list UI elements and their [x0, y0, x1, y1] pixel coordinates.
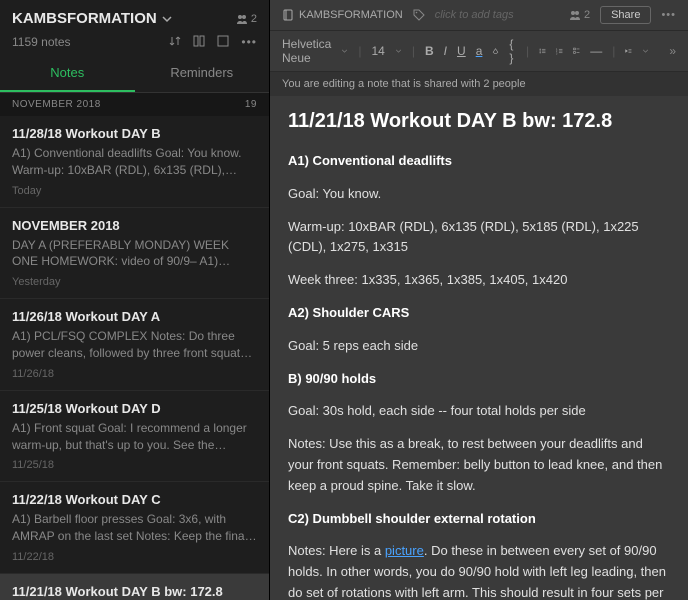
note-item[interactable]: 11/26/18 Workout DAY A A1) PCL/FSQ COMPL…	[0, 299, 269, 391]
underline-button[interactable]: U	[457, 44, 466, 58]
crumb-text: KAMBSFORMATION	[299, 9, 403, 21]
share-people-badge[interactable]: 2	[236, 13, 257, 25]
note-preview: DAY A (PREFERABLY MONDAY) WEEK ONE HOMEW…	[12, 237, 257, 271]
picture-link[interactable]: picture	[385, 543, 424, 558]
svg-text:1: 1	[556, 49, 558, 51]
checklist-icon[interactable]	[573, 45, 580, 57]
more-icon[interactable]: •••	[241, 35, 257, 49]
people-icon	[569, 9, 581, 21]
font-family-select[interactable]: Helvetica Neue	[282, 37, 331, 65]
bullet-list-icon[interactable]	[539, 45, 546, 57]
text-color-button[interactable]: a	[476, 44, 483, 58]
note-item[interactable]: 11/22/18 Workout DAY C A1) Barbell floor…	[0, 482, 269, 574]
note-title: 11/21/18 Workout DAY B bw: 172.8	[288, 110, 670, 133]
note-count: 1159 notes	[12, 35, 71, 49]
note-title: 11/26/18 Workout DAY A	[12, 309, 257, 324]
share-button[interactable]: Share	[600, 6, 651, 24]
bold-button[interactable]: B	[425, 44, 434, 58]
chevron-down-icon[interactable]	[395, 45, 402, 57]
editor-top-bar: KAMBSFORMATION click to add tags 2 Share…	[270, 0, 688, 31]
svg-text:2: 2	[556, 51, 558, 53]
heading-a1: A1) Conventional deadlifts	[288, 151, 670, 172]
note-preview: A1) Barbell floor presses Goal: 3x6, wit…	[12, 511, 257, 545]
heading-c2: C2) Dumbbell shoulder external rotation	[288, 509, 670, 530]
note-date: 11/26/18	[12, 368, 257, 380]
format-toolbar: Helvetica Neue | 14 | B I U a { } | 123 …	[270, 31, 688, 72]
note-date: Today	[12, 185, 257, 197]
svg-text:3: 3	[556, 54, 558, 56]
sidebar: KAMBSFORMATION 2 1159 notes ••• Notes Re…	[0, 0, 270, 600]
people-icon	[236, 13, 248, 25]
note-title: 11/21/18 Workout DAY B bw: 172.8	[12, 584, 257, 599]
editor-pane: KAMBSFORMATION click to add tags 2 Share…	[270, 0, 688, 600]
paragraph: Goal: 5 reps each side	[288, 336, 670, 357]
heading-a2: A2) Shoulder CARS	[288, 303, 670, 324]
sort-icon[interactable]	[169, 35, 181, 47]
chevron-down-icon[interactable]	[642, 45, 649, 57]
note-date: Yesterday	[12, 276, 257, 288]
code-block-button[interactable]: { }	[509, 37, 516, 65]
tags-placeholder[interactable]: click to add tags	[435, 9, 514, 21]
breadcrumb[interactable]: KAMBSFORMATION	[282, 9, 403, 21]
note-title: 11/28/18 Workout DAY B	[12, 126, 257, 141]
more-icon[interactable]: •••	[661, 9, 676, 21]
paragraph: Week three: 1x335, 1x365, 1x385, 1x405, …	[288, 270, 670, 291]
note-title: 11/22/18 Workout DAY C	[12, 492, 257, 507]
font-size-select[interactable]: 14	[372, 44, 385, 58]
highlight-icon[interactable]	[492, 45, 499, 57]
note-preview: A1) PCL/FSQ COMPLEX Notes: Do three powe…	[12, 328, 257, 362]
paragraph: Goal: 30s hold, each side -- four total …	[288, 401, 670, 422]
paragraph: Notes: Here is a picture. Do these in be…	[288, 541, 670, 600]
section-count: 19	[245, 99, 257, 110]
people-count: 2	[251, 13, 257, 25]
notebook-icon	[282, 9, 294, 21]
note-item[interactable]: 11/28/18 Workout DAY B A1) Conventional …	[0, 116, 269, 208]
note-item[interactable]: 11/25/18 Workout DAY D A1) Front squat G…	[0, 391, 269, 483]
note-item[interactable]: NOVEMBER 2018 DAY A (PREFERABLY MONDAY) …	[0, 208, 269, 300]
notebook-name: KAMBSFORMATION	[12, 10, 157, 27]
view-list-icon[interactable]	[217, 35, 229, 47]
numbered-list-icon[interactable]: 123	[556, 45, 563, 57]
italic-button[interactable]: I	[444, 44, 447, 58]
note-item[interactable]: 11/21/18 Workout DAY B bw: 172.8 A1) Con…	[0, 574, 269, 600]
sidebar-header: KAMBSFORMATION 2 1159 notes •••	[0, 0, 269, 55]
paragraph: Warm-up: 10xBAR (RDL), 6x135 (RDL), 5x18…	[288, 217, 670, 259]
section-label: NOVEMBER 2018	[12, 99, 101, 110]
chevron-down-icon	[161, 13, 173, 25]
view-card-icon[interactable]	[193, 35, 205, 47]
tag-icon[interactable]	[413, 9, 425, 21]
share-info-banner: You are editing a note that is shared wi…	[270, 72, 688, 96]
editor-people-badge[interactable]: 2	[569, 9, 590, 21]
sidebar-tabs: Notes Reminders	[0, 55, 269, 93]
note-title: 11/25/18 Workout DAY D	[12, 401, 257, 416]
notebook-selector[interactable]: KAMBSFORMATION	[12, 10, 173, 27]
note-title: NOVEMBER 2018	[12, 218, 257, 233]
tab-reminders[interactable]: Reminders	[135, 55, 270, 92]
paragraph: Goal: You know.	[288, 184, 670, 205]
notes-list[interactable]: 11/28/18 Workout DAY B A1) Conventional …	[0, 116, 269, 600]
note-date: 11/22/18	[12, 551, 257, 563]
outdent-icon[interactable]	[625, 45, 632, 57]
paragraph: Notes: Use this as a break, to rest betw…	[288, 434, 670, 496]
hr-button[interactable]: —	[590, 44, 602, 58]
section-header: NOVEMBER 2018 19	[0, 93, 269, 116]
note-preview: A1) Front squat Goal: I recommend a long…	[12, 420, 257, 454]
tab-notes[interactable]: Notes	[0, 55, 135, 92]
chevron-down-icon[interactable]	[341, 45, 348, 57]
heading-b: B) 90/90 holds	[288, 369, 670, 390]
toolbar-overflow-icon[interactable]: »	[669, 44, 676, 58]
note-body[interactable]: 11/21/18 Workout DAY B bw: 172.8 A1) Con…	[270, 96, 688, 600]
note-date: 11/25/18	[12, 459, 257, 471]
note-preview: A1) Conventional deadlifts Goal: You kno…	[12, 145, 257, 179]
